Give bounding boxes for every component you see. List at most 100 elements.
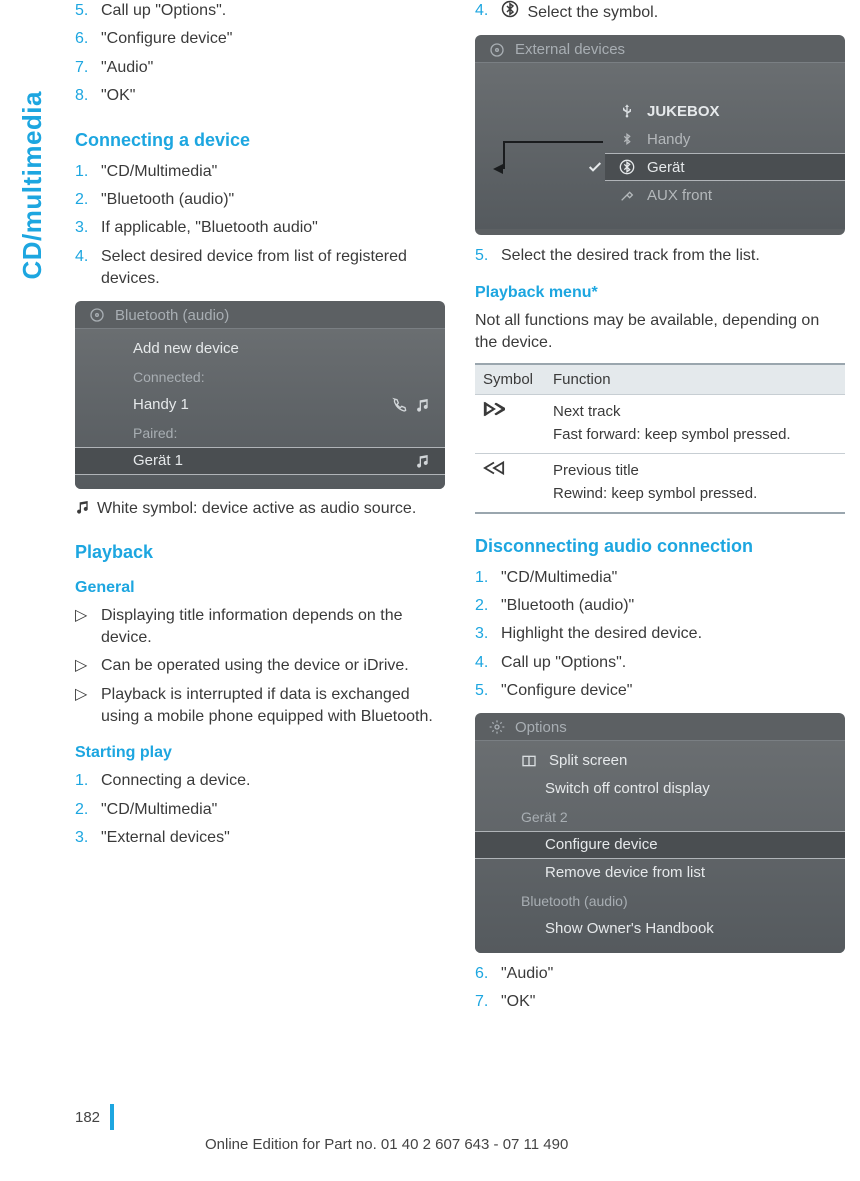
figure-row-selected: Gerät 1 xyxy=(75,447,445,475)
bullet-text: Can be operated using the device or iDri… xyxy=(101,655,445,677)
list-num: 3. xyxy=(475,623,501,645)
figure-row: Connected: xyxy=(75,363,445,391)
list-num: 3. xyxy=(75,217,101,239)
triangle-icon: ▷ xyxy=(75,684,101,729)
figure-row: AUX front xyxy=(605,181,845,209)
list-num: 1. xyxy=(75,161,101,183)
column-left: 5.Call up "Options". 6."Configure device… xyxy=(75,0,445,1019)
figure-title: External devices xyxy=(515,41,625,58)
jack-icon xyxy=(615,187,639,203)
usb-icon xyxy=(615,103,639,119)
list-item: 3.If applicable, "Bluetooth audio" xyxy=(75,217,445,239)
list-item: 1."CD/Multimedia" xyxy=(75,161,445,183)
list-num: 7. xyxy=(475,991,501,1013)
bullet-item: ▷Displaying title information depends on… xyxy=(75,605,445,650)
page-body: 5.Call up "Options". 6."Configure device… xyxy=(75,0,845,1019)
list-text: "OK" xyxy=(101,85,445,107)
list-item: 4.Select desired device from list of reg… xyxy=(75,246,445,291)
list-item: 8."OK" xyxy=(75,85,445,107)
figure-title: Bluetooth (audio) xyxy=(115,307,229,324)
figure-body: JUKEBOX Handy Gerät AUX front xyxy=(475,63,845,229)
triangle-icon: ▷ xyxy=(75,605,101,650)
figure-header: Bluetooth (audio) xyxy=(75,301,445,329)
list-item: 2."CD/Multimedia" xyxy=(75,799,445,821)
list-num: 2. xyxy=(75,799,101,821)
table-row: Next track Fast forward: keep symbol pre… xyxy=(475,394,845,453)
list-num: 6. xyxy=(75,28,101,50)
list-text: Call up "Options". xyxy=(101,0,445,22)
figure-row: Handy xyxy=(605,125,845,153)
list-num: 5. xyxy=(475,680,501,702)
figure-options: Options Split screen Switch off control … xyxy=(475,713,845,953)
list-item: 1.Connecting a device. xyxy=(75,770,445,792)
list-num: 5. xyxy=(475,245,501,267)
cd-icon xyxy=(489,42,505,58)
gear-icon xyxy=(489,719,505,735)
list-num: 8. xyxy=(75,85,101,107)
figure-row: Paired: xyxy=(75,419,445,447)
list-text: If applicable, "Bluetooth audio" xyxy=(101,217,445,239)
list-item: 3.Highlight the desired device. xyxy=(475,623,845,645)
note-text: White symbol: device active as audio sou… xyxy=(97,500,416,518)
list-item: 2."Bluetooth (audio)" xyxy=(475,595,845,617)
figure-row: Show Owner's Handbook xyxy=(475,915,845,943)
bluetooth-icon xyxy=(615,131,639,147)
figure-row: Gerät 2 xyxy=(475,803,845,831)
heading-connecting: Connecting a device xyxy=(75,130,445,151)
list-item: 5."Configure device" xyxy=(475,680,845,702)
callout-arrow xyxy=(503,141,505,169)
list-text: Highlight the desired device. xyxy=(501,623,845,645)
list-num: 2. xyxy=(75,189,101,211)
list-text: Call up "Options". xyxy=(501,652,845,674)
list-text: "CD/Multimedia" xyxy=(101,161,445,183)
list-item: 6."Configure device" xyxy=(75,28,445,50)
figure-header: External devices xyxy=(475,35,845,63)
triangle-icon: ▷ xyxy=(75,655,101,677)
list-text: "Bluetooth (audio)" xyxy=(501,595,845,617)
list-text: "OK" xyxy=(501,991,845,1013)
figure-body: Add new device Connected: Handy 1 Paired… xyxy=(75,329,445,489)
playback-table: Symbol Function Next track Fast forward:… xyxy=(475,363,845,514)
bullet-item: ▷Can be operated using the device or iDr… xyxy=(75,655,445,677)
figure-bluetooth: Bluetooth (audio) Add new device Connect… xyxy=(75,301,445,489)
figure-external-devices: External devices JUKEBOX Handy Ger xyxy=(475,35,845,235)
td-text: Next track xyxy=(553,401,837,422)
heading-starting-play: Starting play xyxy=(75,744,445,762)
th-symbol: Symbol xyxy=(483,371,553,388)
th-function: Function xyxy=(553,371,611,388)
column-right: 4. Select the symbol. External devices J… xyxy=(475,0,845,1019)
list-num: 4. xyxy=(475,0,501,25)
figure-row-selected: Configure device xyxy=(475,831,845,859)
bluetooth-icon xyxy=(501,0,519,25)
list-num: 5. xyxy=(75,0,101,22)
music-icon xyxy=(415,453,431,469)
list-text: Select desired device from list of regis… xyxy=(101,246,445,291)
figure-title: Options xyxy=(515,719,567,736)
page-footer: 182 Online Edition for Part no. 01 40 2 … xyxy=(75,1104,845,1153)
list-num: 1. xyxy=(475,567,501,589)
side-tab-text: CD/multimedia xyxy=(17,91,48,280)
figure-header: Options xyxy=(475,713,845,741)
cd-icon xyxy=(89,307,105,323)
td-text: Previous title xyxy=(553,460,837,481)
td-text: Rewind: keep symbol pressed. xyxy=(553,483,837,504)
prev-track-icon xyxy=(483,460,553,506)
list-text: Connecting a device. xyxy=(101,770,445,792)
heading-playback: Playback xyxy=(75,542,445,563)
side-tab: CD/multimedia xyxy=(12,0,52,280)
list-item: 7."OK" xyxy=(475,991,845,1013)
list-item: 3."External devices" xyxy=(75,827,445,849)
page-number: 182 xyxy=(75,1109,100,1126)
figure-row: JUKEBOX xyxy=(605,97,845,125)
figure-row: Bluetooth (audio) xyxy=(475,887,845,915)
list-text: Select the desired track from the list. xyxy=(501,245,845,267)
td-text: Fast forward: keep symbol pressed. xyxy=(553,424,837,445)
figure-row: Remove device from list xyxy=(475,859,845,887)
note-white-symbol: White symbol: device active as audio sou… xyxy=(75,499,445,520)
page-bar xyxy=(110,1104,114,1130)
row-right-icons xyxy=(391,397,431,413)
bluetooth-icon xyxy=(615,159,639,175)
figure-body: Split screen Switch off control display … xyxy=(475,741,845,953)
list-item: 4.Call up "Options". xyxy=(475,652,845,674)
list-item: 1."CD/Multimedia" xyxy=(475,567,845,589)
